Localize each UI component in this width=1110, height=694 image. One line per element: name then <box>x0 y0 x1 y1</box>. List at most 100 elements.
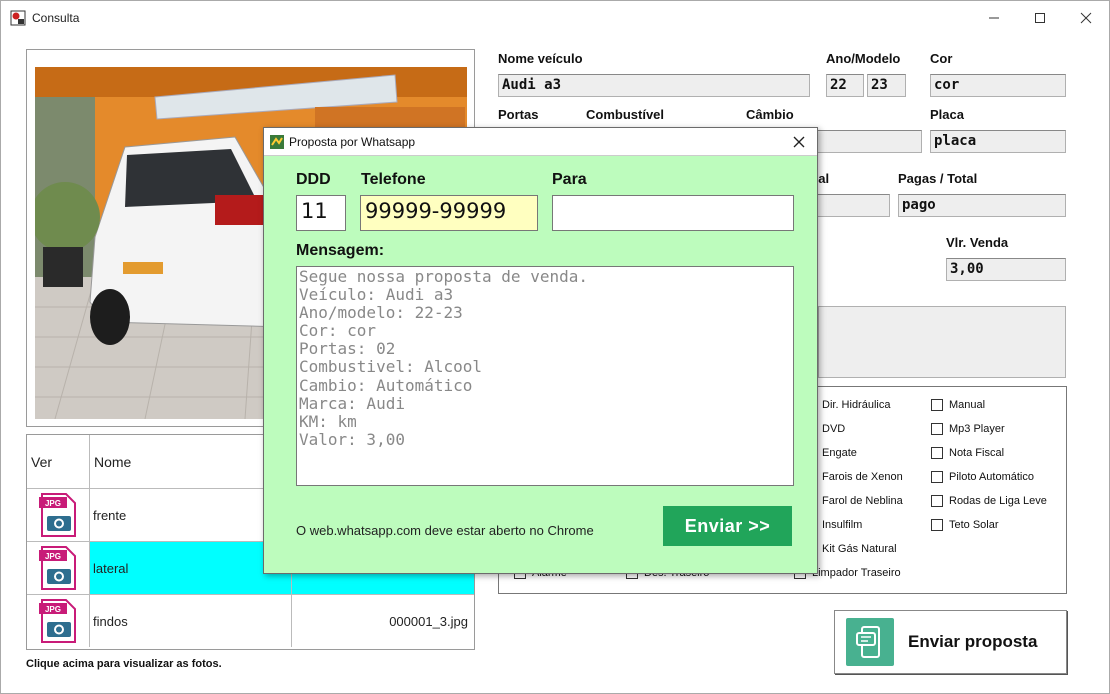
maximize-button[interactable] <box>1017 1 1063 35</box>
option-nota-fiscal[interactable]: Nota Fiscal <box>931 447 1004 459</box>
label-cambio: Câmbio <box>746 107 794 122</box>
photo-name: findos <box>90 595 292 647</box>
view-photo-cell[interactable]: JPG <box>27 489 90 541</box>
jpg-camera-icon: JPG <box>39 546 76 590</box>
jpg-camera-icon: JPG <box>39 599 76 643</box>
label-nome-veiculo: Nome veículo <box>498 51 583 66</box>
option-label: Engate <box>822 447 857 459</box>
label-placa: Placa <box>930 107 964 122</box>
modelo-field[interactable]: 23 <box>867 74 906 97</box>
checkbox[interactable] <box>931 471 943 483</box>
send-proposal-button[interactable]: Enviar proposta <box>834 610 1067 674</box>
checkbox[interactable] <box>931 495 943 507</box>
close-icon <box>793 136 805 148</box>
nome-veiculo-field[interactable]: Audi a3 <box>498 74 810 97</box>
option-piloto-automatico[interactable]: Piloto Automático <box>931 471 1034 483</box>
label-pagas-total: Pagas / Total <box>898 171 978 186</box>
checkbox[interactable] <box>931 399 943 411</box>
header-ver[interactable]: Ver <box>27 435 90 489</box>
mensagem-textarea[interactable]: Segue nossa proposta de venda. Veículo: … <box>296 266 794 486</box>
checkbox[interactable] <box>931 447 943 459</box>
option-label: Manual <box>949 399 986 411</box>
option-farois-xenon[interactable]: Farois de Xenon <box>804 471 903 483</box>
dialog-app-icon <box>270 135 284 149</box>
option-label: Kit Gás Natural <box>822 543 897 555</box>
message-line: Cor: cor <box>299 321 377 341</box>
option-label: Nota Fiscal <box>949 447 1005 459</box>
photo-hint: Clique acima para visualizar as fotos. <box>26 658 222 670</box>
dialog-close-button[interactable] <box>789 132 809 152</box>
label-ano-modelo: Ano/Modelo <box>826 51 901 66</box>
message-line: Marca: Audi <box>299 393 405 413</box>
svg-text:JPG: JPG <box>45 499 61 508</box>
message-line: Valor: 3,00 <box>299 429 405 449</box>
vlr-venda-field[interactable]: 3,00 <box>946 258 1066 281</box>
label-vlr-venda: Vlr. Venda <box>946 235 1009 250</box>
pagas-field[interactable]: pago <box>898 194 1066 217</box>
checkbox[interactable] <box>931 423 943 435</box>
label-portas: Portas <box>498 107 539 122</box>
whatsapp-note: O web.whatsapp.com deve estar aberto no … <box>296 523 594 538</box>
svg-text:JPG: JPG <box>45 552 61 561</box>
send-proposal-label: Enviar proposta <box>908 632 1038 651</box>
placa-field[interactable]: placa <box>930 130 1066 153</box>
option-farol-neblina[interactable]: Farol de Neblina <box>804 495 903 507</box>
telefone-input[interactable]: 99999-99999 <box>360 195 538 231</box>
view-photo-cell[interactable]: JPG <box>27 595 90 647</box>
cambio-field[interactable]: o <box>806 130 922 153</box>
window-title: Consulta <box>32 11 80 25</box>
option-label: Mp3 Player <box>949 423 1005 435</box>
ano-field[interactable]: 22 <box>826 74 864 97</box>
svg-text:JPG: JPG <box>45 605 61 614</box>
option-rodas-liga[interactable]: Rodas de Liga Leve <box>931 495 1047 507</box>
option-label: Rodas de Liga Leve <box>949 495 1047 507</box>
option-label: Dir. Hidráulica <box>822 399 891 411</box>
close-button[interactable] <box>1063 1 1109 35</box>
view-photo-cell[interactable]: JPG <box>27 542 90 594</box>
message-line: KM: km <box>299 411 357 431</box>
photo-name: lateral <box>90 542 292 594</box>
option-manual[interactable]: Manual <box>931 399 985 411</box>
jpg-camera-icon: JPG <box>39 493 76 537</box>
option-label: Teto Solar <box>949 519 999 531</box>
label-mensagem: Mensagem: <box>296 242 385 259</box>
whatsapp-proposal-dialog: Proposta por Whatsapp DDD 11 Telefone 99… <box>263 127 818 574</box>
ddd-input[interactable]: 11 <box>296 195 346 231</box>
message-line: Portas: 02 <box>299 339 396 359</box>
option-teto-solar[interactable]: Teto Solar <box>931 519 999 531</box>
title-bar: Consulta <box>1 1 1109 35</box>
label-telefone: Telefone <box>361 171 426 188</box>
send-proposal-icon <box>846 618 894 666</box>
minimize-icon <box>989 17 999 19</box>
message-line: Combustivel: Alcool <box>299 357 483 377</box>
option-label: Farol de Neblina <box>822 495 903 507</box>
app-icon <box>10 10 26 26</box>
label-cor: Cor <box>930 51 953 66</box>
option-label: Insulfilm <box>822 519 863 531</box>
para-input[interactable] <box>552 195 794 231</box>
consulta-window: Consulta Ver Nome JPG frente JPG lateral… <box>0 0 1110 694</box>
dialog-title-bar: Proposta por Whatsapp <box>264 128 817 156</box>
option-label: Farois de Xenon <box>822 471 903 483</box>
cor-field[interactable]: cor <box>930 74 1066 97</box>
option-label: Piloto Automático <box>949 471 1034 483</box>
option-label: DVD <box>822 423 846 435</box>
table-row[interactable]: JPG findos 000001_3.jpg <box>27 595 474 648</box>
message-line: Segue nossa proposta de venda. <box>299 267 588 286</box>
message-line: Veículo: Audi a3 <box>299 285 454 305</box>
header-nome[interactable]: Nome <box>90 435 292 489</box>
message-line: Ano/modelo: 22-23 <box>299 303 463 323</box>
option-mp3-player[interactable]: Mp3 Player <box>931 423 1005 435</box>
dialog-title: Proposta por Whatsapp <box>289 135 416 149</box>
photo-name: frente <box>90 489 292 541</box>
option-label: Limpador Traseiro <box>812 567 901 579</box>
minimize-button[interactable] <box>971 1 1017 35</box>
photo-file: 000001_3.jpg <box>389 613 468 629</box>
observacoes-memo[interactable] <box>818 306 1066 378</box>
label-para: Para <box>552 171 587 188</box>
maximize-icon <box>1035 13 1045 23</box>
label-ddd: DDD <box>296 171 331 188</box>
atual-field[interactable] <box>806 194 890 217</box>
enviar-button[interactable]: Enviar >> <box>663 506 792 546</box>
checkbox[interactable] <box>931 519 943 531</box>
